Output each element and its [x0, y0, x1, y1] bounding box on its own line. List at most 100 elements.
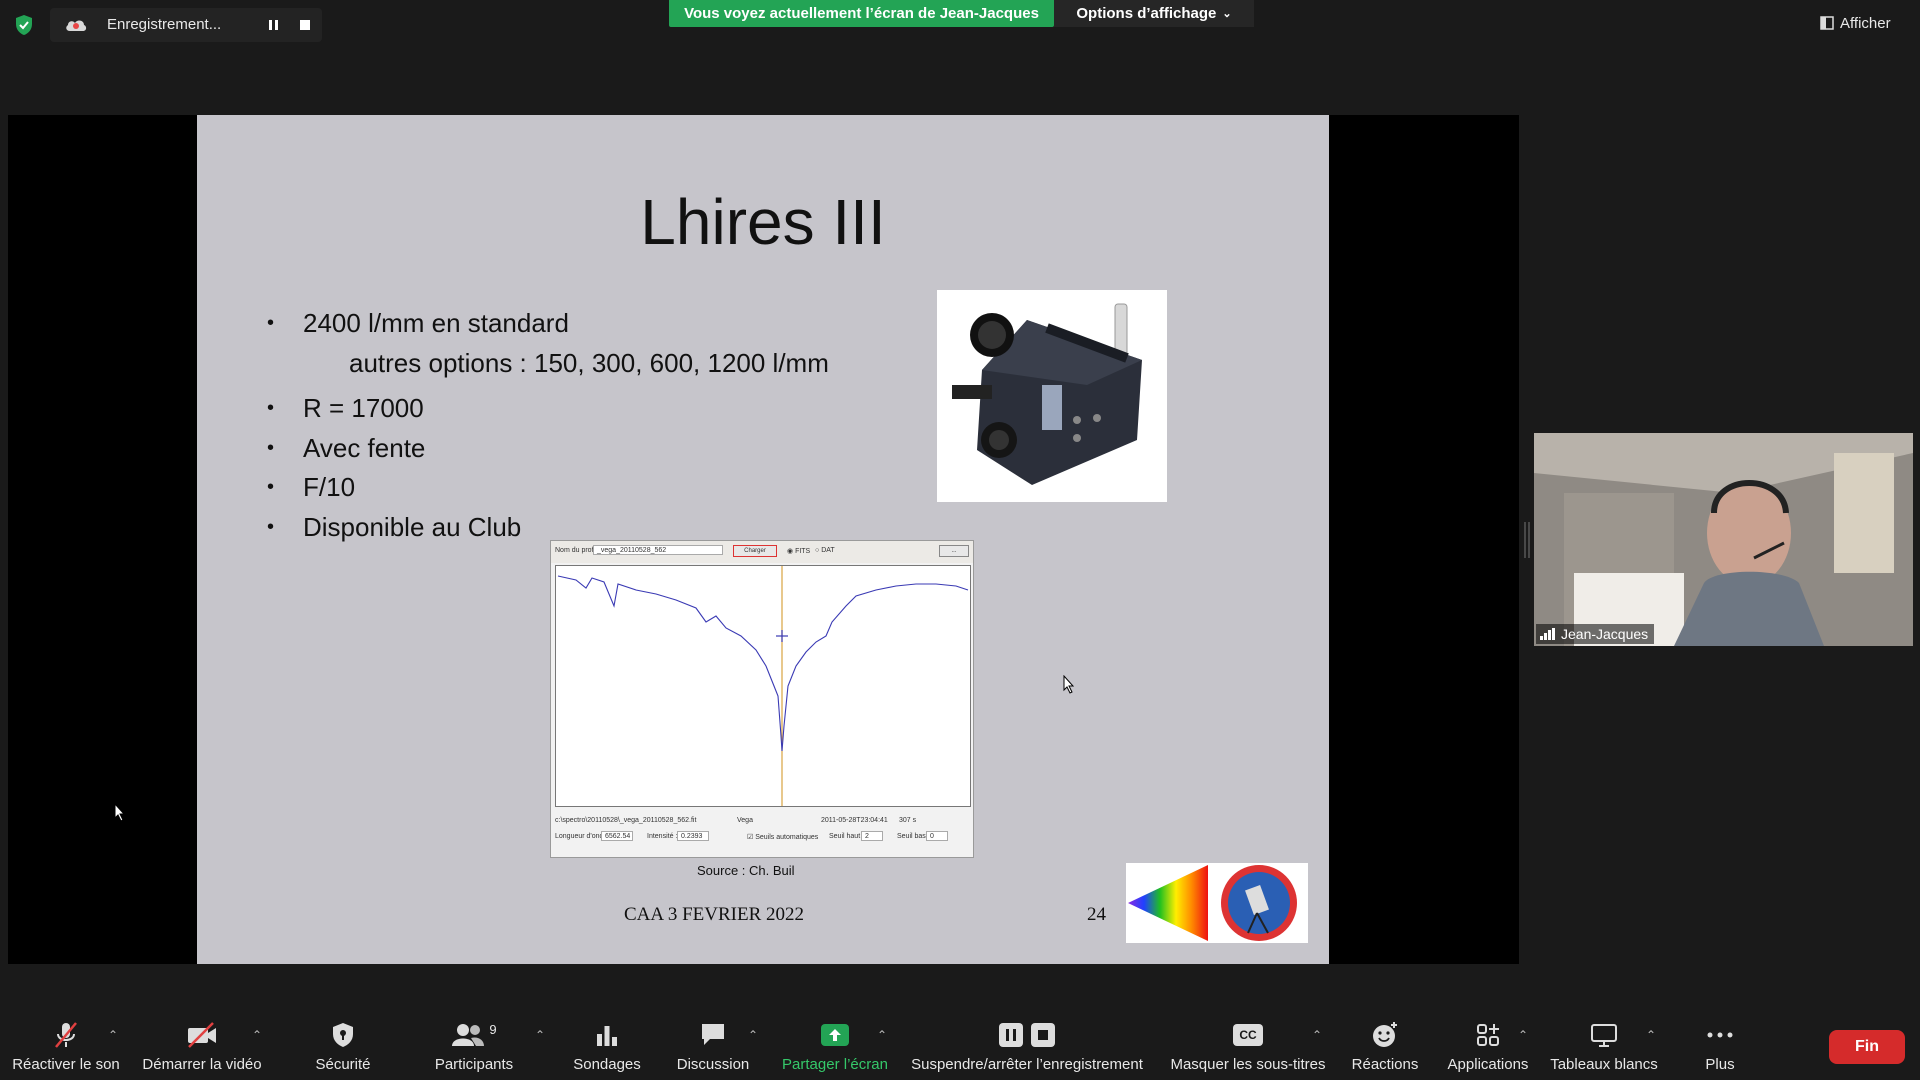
radio-dat: ○ DAT: [815, 547, 835, 554]
apps-label: Applications: [1447, 1056, 1529, 1073]
participant-video-tile[interactable]: Jean-Jacques: [1534, 433, 1913, 646]
video-options-caret-icon[interactable]: ⌃: [252, 1028, 262, 1042]
bullet-dot: •: [267, 397, 275, 419]
bullet-text: Avec fente: [303, 433, 426, 463]
bullet-item: • Disponible au Club: [267, 514, 521, 540]
encryption-shield-icon[interactable]: [12, 13, 36, 37]
chat-label: Discussion: [676, 1056, 750, 1073]
spectrograph-image: [937, 290, 1167, 502]
share-options-caret-icon[interactable]: ⌃: [877, 1028, 887, 1042]
bullet-text: R = 17000: [303, 393, 424, 423]
chevron-down-icon: ⌄: [1222, 8, 1232, 20]
auto-threshold-label: Seuils automatiques: [755, 834, 819, 841]
participant-name-tag: Jean-Jacques: [1536, 624, 1655, 644]
share-screen-button[interactable]: Partager l’écran: [777, 1018, 893, 1073]
spectrum-software-screenshot: Nom du profil _vega_20110528_562 Charger…: [550, 540, 974, 858]
bullet-item: • F/10: [267, 474, 355, 500]
participants-count: 9: [489, 1021, 497, 1037]
spectrum-date: 2011-05-28T23:04:41: [821, 817, 888, 824]
microphone-muted-icon: [55, 1022, 77, 1048]
reactions-smiley-icon: [1373, 1022, 1397, 1047]
spectrum-plot: [555, 565, 971, 807]
wavelength-value: 6562.54: [605, 833, 631, 840]
unmute-button[interactable]: Réactiver le son: [10, 1018, 122, 1073]
video-off-icon: [188, 1022, 216, 1048]
bullet-item: • Avec fente: [267, 435, 425, 461]
apps-options-caret-icon[interactable]: ⌃: [1518, 1028, 1528, 1042]
profile-value: _vega_20110528_562: [597, 547, 667, 554]
audio-options-caret-icon[interactable]: ⌃: [108, 1028, 118, 1042]
spectrum-toolbar: Nom du profil _vega_20110528_562 Charger…: [551, 541, 973, 563]
bullet-item: • R = 17000: [267, 395, 424, 421]
radio-dat-label: DAT: [821, 547, 835, 554]
bullet-item: • 2400 l/mm en standard: [267, 310, 569, 336]
whiteboards-options-caret-icon[interactable]: ⌃: [1646, 1028, 1656, 1042]
spectrum-path: c:\spectro\20110528\_vega_20110528_562.f…: [555, 817, 697, 824]
more-dots-icon: [1707, 1032, 1733, 1038]
high-threshold-label: Seuil haut :: [829, 833, 865, 840]
unmute-label: Réactiver le son: [12, 1056, 120, 1073]
participants-label: Participants: [434, 1056, 514, 1073]
recording-status-bar: Enregistrement...: [50, 8, 322, 42]
hide-captions-label: Masquer les sous-titres: [1170, 1056, 1326, 1073]
share-screen-arrow-icon: [821, 1024, 849, 1046]
auto-threshold-check: ☑ Seuils automatiques: [747, 834, 819, 841]
resize-handle-icon[interactable]: [1524, 522, 1530, 558]
start-video-label: Démarrer la vidéo: [142, 1056, 262, 1073]
slide-footer-date: CAA 3 FEVRIER 2022: [624, 904, 804, 925]
stop-recording-icon[interactable]: [295, 15, 315, 35]
show-label: Afficher: [1840, 14, 1891, 32]
participants-button[interactable]: 9 Participants: [428, 1018, 520, 1074]
view-options-label: Options d’affichage: [1076, 5, 1217, 22]
sub-bullet-text: autres options : 150, 300, 600, 1200 l/m…: [349, 348, 829, 378]
club-astronomie-logo-image: [1128, 865, 1297, 941]
profile-label: Nom du profil: [555, 547, 597, 554]
show-button[interactable]: Afficher: [1820, 10, 1910, 36]
pause-stop-recording-button[interactable]: Suspendre/arrêter l’enregistrement: [906, 1018, 1148, 1073]
polls-label: Sondages: [573, 1056, 641, 1073]
polls-button[interactable]: Sondages: [567, 1018, 647, 1073]
whiteboards-label: Tableaux blancs: [1550, 1056, 1658, 1073]
bullet-text: Disponible au Club: [303, 512, 522, 542]
zoom-meeting-window: Enregistrement... Vous voyez actuellemen…: [0, 0, 1920, 1080]
closed-captions-icon: CC: [1233, 1024, 1263, 1046]
participant-video-feed: [1534, 433, 1913, 646]
pause-stop-recording-label: Suspendre/arrêter l’enregistrement: [911, 1056, 1143, 1073]
hide-captions-button[interactable]: CC Masquer les sous-titres: [1168, 1018, 1328, 1073]
slide-page-number: 24: [1087, 904, 1106, 925]
shared-screen: Lhires III • 2400 l/mm en standard autres…: [8, 115, 1519, 964]
more-label: Plus: [1705, 1056, 1735, 1073]
spectrograph-photo: [937, 290, 1167, 502]
bullet-dot: •: [267, 476, 275, 498]
more-button[interactable]: Plus: [1690, 1018, 1750, 1073]
participants-options-caret-icon[interactable]: ⌃: [535, 1028, 545, 1042]
reactions-button[interactable]: Réactions: [1345, 1018, 1425, 1073]
participants-icon: [452, 1024, 485, 1046]
stop-icon: [1031, 1023, 1055, 1047]
security-label: Sécurité: [315, 1056, 371, 1073]
image-source-caption: Source : Ch. Buil: [697, 863, 795, 878]
security-button[interactable]: Sécurité: [300, 1018, 386, 1073]
whiteboards-button[interactable]: Tableaux blancs: [1546, 1018, 1662, 1073]
view-options-dropdown[interactable]: Options d’affichage ⌄: [1054, 0, 1254, 27]
bullet-dot: •: [267, 437, 275, 459]
whiteboard-icon: [1591, 1024, 1617, 1047]
apps-icon: [1477, 1024, 1499, 1046]
pause-recording-icon[interactable]: [264, 15, 284, 35]
reactions-label: Réactions: [1351, 1056, 1419, 1073]
mouse-cursor-icon: [114, 803, 126, 822]
spectrum-curve: [557, 566, 969, 806]
intensity-value: 0.2393: [681, 833, 703, 840]
chat-options-caret-icon[interactable]: ⌃: [748, 1028, 758, 1042]
spectrum-exposure: 307 s: [899, 817, 917, 824]
captions-options-caret-icon[interactable]: ⌃: [1312, 1028, 1322, 1042]
spectrum-object: Vega: [737, 817, 753, 824]
end-meeting-button[interactable]: Fin: [1829, 1030, 1905, 1064]
chat-button[interactable]: Discussion: [672, 1018, 754, 1073]
show-panel-icon: [1820, 16, 1834, 30]
apps-button[interactable]: Applications: [1440, 1018, 1536, 1073]
start-video-button[interactable]: Démarrer la vidéo: [138, 1018, 266, 1073]
low-threshold-value: 0: [930, 833, 934, 840]
intensity-label: Intensité :: [647, 833, 678, 840]
cloud-recording-icon: [66, 20, 87, 31]
